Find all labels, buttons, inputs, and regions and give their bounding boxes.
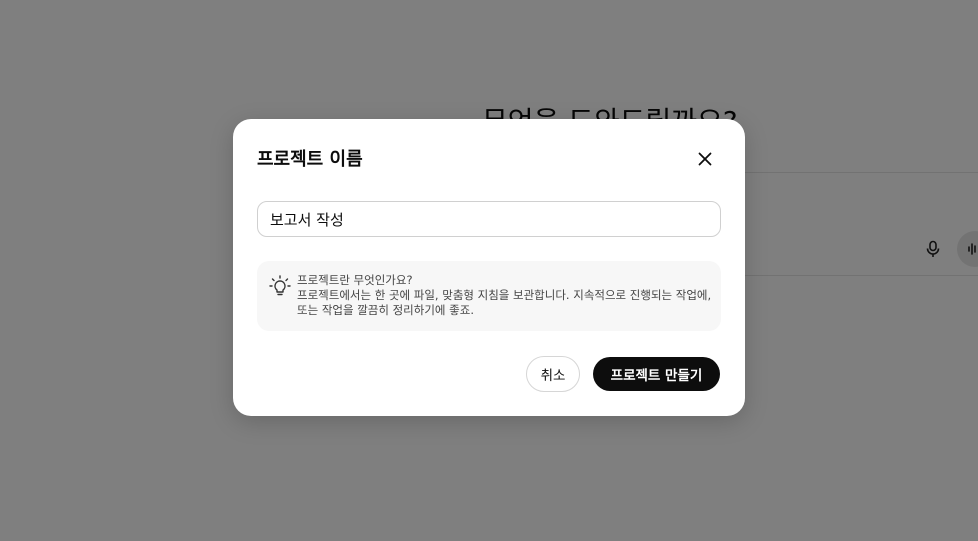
create-project-dialog: 프로젝트 이름 프로젝트란 무엇인가요? 프로젝트에서는 한 곳에 파일, 맞춤… [233, 119, 745, 416]
close-icon [698, 152, 712, 166]
project-info-box: 프로젝트란 무엇인가요? 프로젝트에서는 한 곳에 파일, 맞춤형 지침을 보관… [257, 261, 721, 331]
dialog-title: 프로젝트 이름 [257, 149, 363, 170]
create-project-button[interactable]: 프로젝트 만들기 [593, 357, 720, 391]
info-body: 프로젝트에서는 한 곳에 파일, 맞춤형 지침을 보관합니다. 지속적으로 진행… [297, 288, 712, 317]
close-button[interactable] [693, 147, 717, 171]
project-name-input[interactable] [257, 201, 721, 237]
cancel-button[interactable]: 취소 [526, 356, 580, 392]
info-text: 프로젝트란 무엇인가요? 프로젝트에서는 한 곳에 파일, 맞춤형 지침을 보관… [297, 273, 713, 318]
info-heading: 프로젝트란 무엇인가요? [297, 273, 413, 287]
lightbulb-icon [269, 275, 291, 296]
